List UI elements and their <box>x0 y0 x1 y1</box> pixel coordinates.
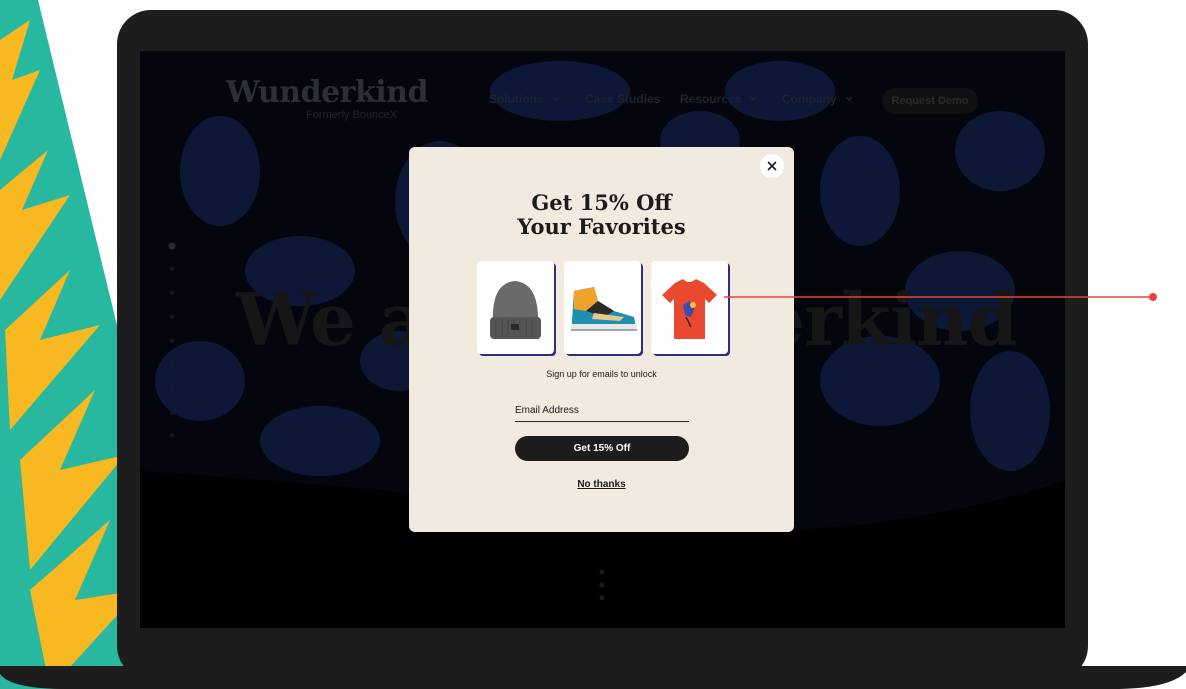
product-card-tshirt[interactable] <box>651 261 728 354</box>
get-discount-button[interactable]: Get 15% Off <box>515 436 689 461</box>
nav-item-solutions[interactable]: Solutions <box>489 92 560 106</box>
request-demo-button[interactable]: Request Demo <box>882 88 978 114</box>
close-icon <box>767 161 777 171</box>
product-card-beanie[interactable] <box>477 261 554 354</box>
logo-subtitle: Formerly BounceX <box>306 109 398 121</box>
title-line-2: Your Favorites <box>517 214 686 239</box>
nav-item-company[interactable]: Company <box>782 92 853 106</box>
scroll-indicator-icon <box>599 569 605 601</box>
beanie-image <box>490 281 541 339</box>
nav-item-label: Solutions <box>489 92 544 106</box>
side-pagination-dots <box>168 242 176 437</box>
discount-modal: Get 15% Off Your Favorites Sign up for e… <box>409 147 794 532</box>
chevron-down-icon <box>552 96 560 101</box>
title-line-1: Get 15% Off <box>531 190 672 215</box>
laptop-base <box>0 666 1186 689</box>
nav-item-label: Company <box>782 92 837 106</box>
email-field[interactable] <box>515 399 689 422</box>
modal-subtitle: Sign up for emails to unlock <box>546 369 657 379</box>
nav-item-resources[interactable]: Resources <box>680 92 757 106</box>
site-header: Wunderkind Formerly BounceX Solutions Ca… <box>140 51 1065 151</box>
close-button[interactable] <box>760 154 784 178</box>
nav-item-case-studies[interactable]: Case Studies <box>585 92 660 106</box>
nav-item-label: Resources <box>680 92 742 106</box>
chevron-down-icon <box>749 96 757 101</box>
chevron-down-icon <box>845 96 853 101</box>
site-logo[interactable]: Wunderkind <box>226 75 428 110</box>
product-card-sneaker[interactable] <box>564 261 641 354</box>
modal-title: Get 15% Off Your Favorites <box>409 191 794 239</box>
nav-item-label: Case Studies <box>585 92 661 106</box>
sneaker-image <box>571 287 637 331</box>
no-thanks-link[interactable]: No thanks <box>409 479 794 490</box>
tshirt-image <box>662 279 717 339</box>
